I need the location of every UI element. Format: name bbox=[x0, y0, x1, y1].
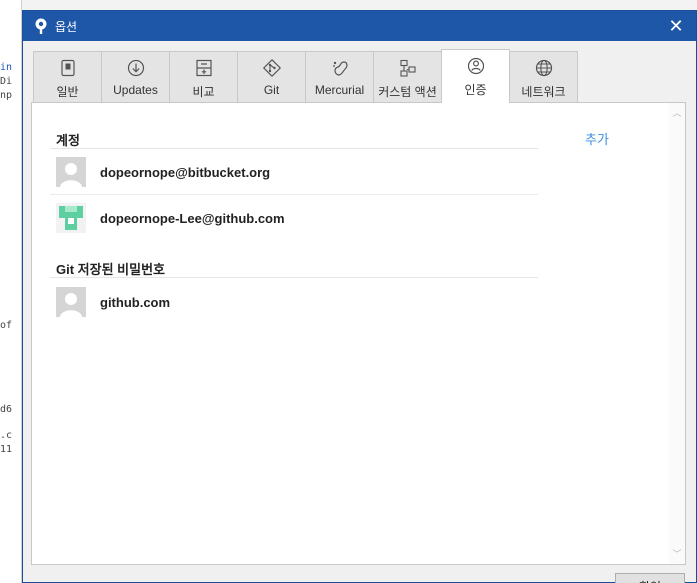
account-name: dopeornope@bitbucket.org bbox=[100, 164, 271, 180]
close-button[interactable]: ✕ bbox=[656, 11, 696, 41]
git-icon bbox=[262, 58, 281, 78]
custom-actions-icon bbox=[399, 59, 416, 77]
ok-button[interactable]: 확인 bbox=[615, 573, 685, 583]
tab-label: 비교 bbox=[192, 85, 215, 99]
default-avatar-icon bbox=[56, 157, 86, 187]
background-text: in bbox=[0, 62, 13, 73]
saved-passwords-header: Git 저장된 비밀번호 bbox=[56, 262, 165, 277]
row-divider bbox=[50, 194, 538, 195]
tab-label: Mercurial bbox=[314, 83, 365, 97]
tab-label: 커스텀 액션 bbox=[378, 85, 437, 99]
tab-mercurial[interactable]: Mercurial bbox=[305, 51, 374, 103]
tab-strip: 일반 Updates 비교 Git Mercurial 커스텀 액션 인증 네트… bbox=[33, 49, 578, 103]
authentication-icon bbox=[467, 57, 484, 75]
authentication-panel: 계정 추가 dopeornope@bitbucket.org dopeornop… bbox=[31, 102, 686, 565]
background-text: np bbox=[0, 90, 13, 101]
background-text: d6 bbox=[0, 404, 13, 415]
add-account-link[interactable]: 추가 bbox=[585, 129, 609, 148]
title-bar: 옵션 ✕ bbox=[23, 11, 696, 41]
vertical-scrollbar[interactable]: ︿ ﹀ bbox=[669, 103, 685, 564]
background-left-panel: in Di np of d6 .c 11 bbox=[0, 0, 22, 583]
tab-diff[interactable]: 비교 bbox=[169, 51, 238, 103]
tab-updates[interactable]: Updates bbox=[101, 51, 170, 103]
tab-network[interactable]: 네트워크 bbox=[509, 51, 578, 103]
background-text: Di bbox=[0, 76, 13, 87]
options-dialog: 옵션 ✕ 일반 Updates 비교 Git Mercurial 커스텀 액션 … bbox=[22, 10, 697, 583]
download-icon bbox=[127, 59, 144, 77]
tab-label: 인증 bbox=[464, 83, 487, 97]
tab-authentication[interactable]: 인증 bbox=[441, 49, 510, 103]
section-divider bbox=[50, 148, 538, 149]
tab-custom-actions[interactable]: 커스텀 액션 bbox=[373, 51, 442, 103]
globe-icon bbox=[535, 59, 552, 77]
section-divider bbox=[50, 277, 538, 278]
saved-password-row[interactable]: github.com bbox=[50, 280, 538, 324]
mercurial-icon bbox=[332, 61, 348, 76]
default-avatar-icon bbox=[56, 287, 86, 317]
identicon-avatar-icon bbox=[56, 203, 86, 233]
background-text: 11 bbox=[0, 444, 13, 455]
dialog-title: 옵션 bbox=[55, 19, 78, 34]
ok-button-label: 확인 bbox=[639, 578, 661, 583]
tab-label: Updates bbox=[113, 83, 158, 97]
general-icon bbox=[60, 59, 75, 77]
scroll-up-icon[interactable]: ︿ bbox=[669, 105, 685, 121]
saved-password-host: github.com bbox=[100, 294, 171, 310]
background-text: of bbox=[0, 320, 13, 331]
tab-git[interactable]: Git bbox=[237, 51, 306, 103]
background-text: .c bbox=[0, 430, 13, 441]
accounts-header: 계정 bbox=[56, 133, 80, 148]
tab-label: Git bbox=[263, 83, 280, 97]
tab-label: 네트워크 bbox=[521, 85, 566, 99]
diff-icon bbox=[195, 59, 212, 77]
tab-label: 일반 bbox=[56, 85, 79, 99]
scroll-down-icon[interactable]: ﹀ bbox=[669, 546, 685, 562]
sourcetree-logo-icon bbox=[35, 18, 47, 34]
close-icon: ✕ bbox=[668, 15, 684, 36]
account-row[interactable]: dopeornope@bitbucket.org bbox=[50, 150, 538, 194]
tab-general[interactable]: 일반 bbox=[33, 51, 102, 103]
account-name: dopeornope-Lee@github.com bbox=[100, 210, 285, 226]
account-row[interactable]: dopeornope-Lee@github.com bbox=[50, 196, 538, 240]
